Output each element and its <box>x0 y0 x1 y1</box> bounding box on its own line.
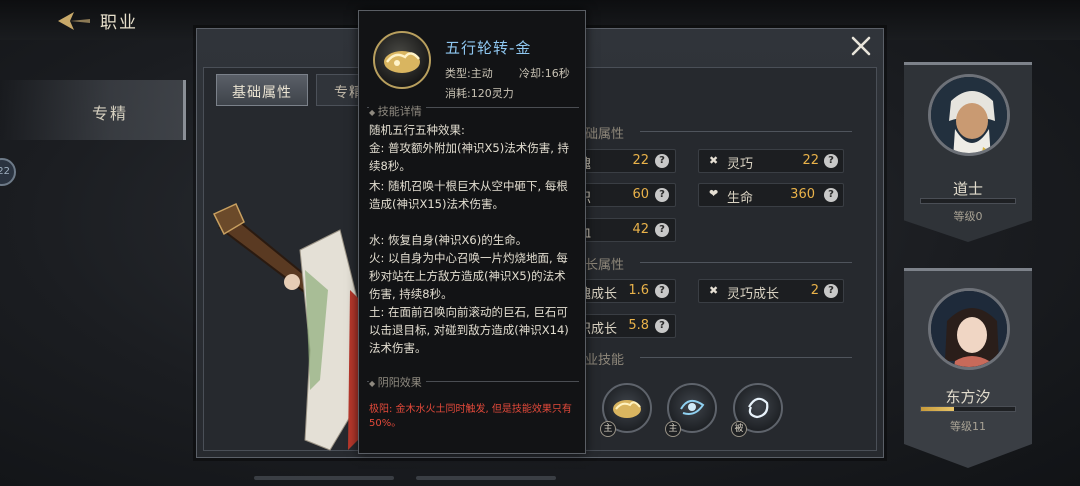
skill-type-tag: 主 <box>600 421 616 437</box>
stat-value: 22 <box>802 153 819 168</box>
skill-description-line: 随机五行五种效果: <box>369 123 465 137</box>
info-icon[interactable]: ? <box>824 284 838 298</box>
stat-value: 22 <box>632 153 649 168</box>
yinyang-header: 阴阳效果 <box>369 374 426 390</box>
skill-slot-3[interactable]: 被 <box>731 383 783 437</box>
yinyang-effect-text: 极阳: 金木水火土同时触发, 但是技能效果只有50%。 <box>369 404 572 429</box>
skill-type: 类型:主动 <box>445 67 493 80</box>
section-divider <box>640 131 852 132</box>
level-progress-bar <box>920 406 1016 412</box>
scroll-indicator <box>416 476 556 480</box>
character-level: 等级0 <box>953 210 983 223</box>
section-divider <box>640 357 852 358</box>
info-icon[interactable]: ? <box>824 154 838 168</box>
info-icon[interactable]: ? <box>655 154 669 168</box>
section-divider <box>640 262 852 263</box>
heart-icon: ❤ <box>709 187 719 200</box>
stat-value: 5.8 <box>628 318 649 333</box>
character-name: 道士 <box>952 180 983 198</box>
skill-description-line: 木: 随机召唤十根巨木从空中砸下, 每根造成(神识X15)法术伤害。 <box>369 179 568 211</box>
avatar <box>928 74 1010 156</box>
skill-slot-wuxing[interactable]: 主 <box>600 383 652 437</box>
close-button[interactable] <box>848 33 874 59</box>
level-progress-fill <box>921 407 954 411</box>
character-name: 东方汐 <box>945 388 991 406</box>
crossed-swords-icon: ✖ <box>709 154 719 167</box>
skill-description-line: 金: 普攻额外附加(神识X5)法术伤害, 持续8秒。 <box>369 141 570 173</box>
info-icon[interactable]: ? <box>655 284 669 298</box>
stat-agility-growth: ✖ 灵巧成长 2 ? <box>698 279 844 303</box>
skill-details-header: 技能详情 <box>369 103 426 119</box>
stat-value: 1.6 <box>628 283 649 298</box>
crossed-swords-icon: ✖ <box>709 284 719 297</box>
character-card-taoist[interactable]: 道士 等级0 <box>904 62 1032 242</box>
skill-tooltip: 五行轮转-金 类型:主动 冷却:16秒 消耗:120灵力 技能详情 随机五行五种… <box>358 10 586 454</box>
skill-cooldown: 冷却:16秒 <box>519 67 570 80</box>
stat-agility: ✖ 灵巧 22 ? <box>698 149 844 173</box>
scroll-indicator <box>254 476 394 480</box>
info-icon[interactable]: ? <box>655 319 669 333</box>
stat-value: 60 <box>632 187 649 202</box>
stat-value: 2 <box>810 283 819 298</box>
skill-description-line: 火: 以自身为中心召唤一片灼烧地面, 每秒对站在上方敌方造成(神识X5)的法术伤… <box>369 251 568 301</box>
skill-slot-2[interactable]: 主 <box>665 383 717 437</box>
character-card-dongfangxi[interactable]: 东方汐 等级11 <box>904 268 1032 468</box>
skill-description-line: 土: 在面前召唤向前滚动的巨石, 巨石可以击退目标, 对碰到敌方造成(神识X14… <box>369 305 569 355</box>
back-arrow-icon <box>58 12 90 30</box>
info-icon[interactable]: ? <box>655 223 669 237</box>
close-icon <box>851 36 871 56</box>
tab-basic-attributes[interactable]: 基础属性 <box>216 74 308 106</box>
info-icon[interactable]: ? <box>655 188 669 202</box>
info-icon[interactable]: ? <box>824 188 838 202</box>
back-button[interactable] <box>56 10 92 32</box>
sidebar-item-specialization[interactable]: 专精 <box>0 80 186 140</box>
golden-cloud-icon <box>373 31 431 89</box>
skill-cost: 消耗:120灵力 <box>445 87 514 100</box>
stat-life: ❤ 生命 360 ? <box>698 183 844 207</box>
stat-value: 42 <box>632 222 649 237</box>
skill-type-tag: 被 <box>731 421 747 437</box>
character-level: 等级11 <box>950 420 986 433</box>
page-title: 职业 <box>100 13 138 33</box>
skill-type-tag: 主 <box>665 421 681 437</box>
character-illustration <box>210 200 370 458</box>
sidebar-item-label: 专精 <box>92 104 129 123</box>
skill-name: 五行轮转-金 <box>445 39 532 57</box>
stat-value: 360 <box>790 187 815 202</box>
skill-description-line: 水: 恢复自身(神识X6)的生命。 <box>369 233 528 247</box>
avatar <box>928 288 1010 370</box>
level-progress-bar <box>920 198 1016 204</box>
